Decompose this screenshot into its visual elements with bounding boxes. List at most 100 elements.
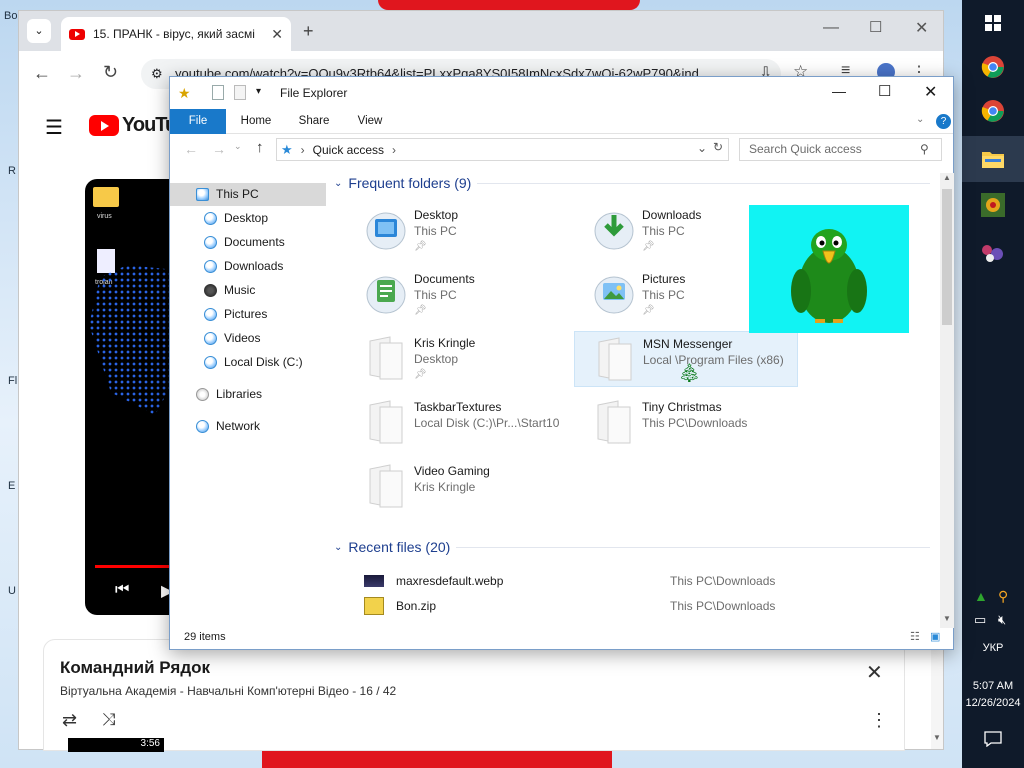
nav-item-this-pc[interactable]: This PC <box>196 183 259 205</box>
recent-files-header[interactable]: ⌄ Recent files (20) <box>334 539 930 555</box>
chevron-down-icon: ⌄ <box>334 541 343 553</box>
close-icon[interactable]: ✕ <box>924 82 937 102</box>
nav-label: Videos <box>224 331 261 345</box>
image-file-icon <box>364 575 384 587</box>
scrollbar-thumb[interactable] <box>942 189 952 325</box>
recent-file-row[interactable]: maxresdefault.webp This PC\Downloads <box>364 569 934 593</box>
forward-icon[interactable]: → <box>67 63 85 84</box>
customize-toolbar-icon[interactable]: ▾ <box>256 86 261 97</box>
close-icon[interactable]: ✕ <box>915 18 928 38</box>
up-icon[interactable]: ↑ <box>256 139 264 156</box>
clock-date[interactable]: 12/26/2024 <box>962 697 1024 709</box>
playlist-more-icon[interactable]: ⋮ <box>870 710 888 731</box>
nav-item-local-disk[interactable]: Local Disk (C:) <box>204 351 303 373</box>
help-icon[interactable]: ? <box>936 114 951 129</box>
nav-item-libraries[interactable]: Libraries <box>196 383 262 405</box>
tab-home[interactable]: Home <box>232 109 280 134</box>
browser-tab-youtube[interactable]: 15. ПРАНК - вірус, який засмі ✕ <box>61 17 291 51</box>
recent-file-row[interactable]: Bon.zip This PC\Downloads <box>364 594 934 618</box>
pin-icon: 📌︎ <box>642 305 655 316</box>
tree-tray-icon[interactable]: ▲ <box>974 588 988 604</box>
tile-tiny-christmas[interactable]: Tiny Christmas This PC\Downloads <box>584 395 806 451</box>
nav-item-downloads[interactable]: Downloads <box>204 255 283 277</box>
scroll-down-icon[interactable]: ▼ <box>943 614 951 623</box>
input-language[interactable]: УКР <box>962 642 1024 654</box>
address-dropdown-icon[interactable]: ⌄ <box>697 141 707 155</box>
playlist-video-thumbnail[interactable]: 3:56 <box>68 738 164 752</box>
taskbar-file-explorer[interactable] <box>962 136 1024 182</box>
explorer-title-bar[interactable]: ★ ▾ File Explorer — ☐ ✕ <box>170 77 953 109</box>
minimize-icon[interactable]: — <box>832 83 846 99</box>
file-explorer-window: ★ ▾ File Explorer — ☐ ✕ File Home Share … <box>169 76 954 650</box>
minimize-icon[interactable]: — <box>823 19 839 37</box>
reload-icon[interactable]: ↻ <box>103 62 118 83</box>
tile-desktop[interactable]: Desktop This PC 📌︎ <box>356 203 578 259</box>
back-icon[interactable]: ← <box>33 63 51 84</box>
tab-view[interactable]: View <box>346 109 394 134</box>
playlist-title[interactable]: Командний Рядок <box>60 658 210 678</box>
tab-file[interactable]: File <box>170 109 226 134</box>
site-info-icon[interactable]: ⚙ <box>151 59 163 89</box>
shuffle-icon[interactable]: ⤨ <box>102 710 116 730</box>
network-tray-icon[interactable]: ▭ <box>974 612 986 628</box>
loop-icon[interactable]: ⇄ <box>62 710 77 731</box>
previous-video-icon[interactable]: ⏮ <box>115 581 129 599</box>
desktop-wallpaper-red <box>378 0 640 10</box>
youtube-logo-icon <box>89 115 119 136</box>
desktop-wallpaper-red-bottom <box>262 750 612 768</box>
quick-access-toolbar-icon[interactable]: ★ <box>178 85 191 102</box>
taskbar-chrome-2[interactable] <box>962 88 1024 134</box>
video-desktop-label: virus <box>97 213 112 220</box>
details-view-icon[interactable]: ☷ <box>910 625 920 649</box>
explorer-search-input[interactable]: Search Quick access ⚲ <box>739 138 942 161</box>
large-icons-view-icon[interactable]: ▣ <box>930 625 940 649</box>
tab-share[interactable]: Share <box>290 109 338 134</box>
taskbar-app-misc[interactable] <box>962 230 1024 276</box>
tab-search-button[interactable]: ⌄ <box>27 19 51 43</box>
chevron-down-icon: ⌄ <box>334 177 343 189</box>
nav-item-videos[interactable]: Videos <box>204 327 260 349</box>
tile-name: Desktop <box>414 208 459 222</box>
forward-icon[interactable]: → <box>212 141 226 157</box>
nav-item-pictures[interactable]: Pictures <box>204 303 267 325</box>
properties-icon[interactable] <box>212 85 224 100</box>
tile-video-gaming[interactable]: Video Gaming Kris Kringle <box>356 459 578 515</box>
new-tab-icon[interactable]: + <box>303 21 314 42</box>
clock-time[interactable]: 5:07 AM <box>962 680 1024 692</box>
maximize-icon[interactable]: ☐ <box>878 82 891 100</box>
tile-documents[interactable]: Documents This PC 📌︎ <box>356 267 578 323</box>
desktop-text: Fl <box>8 375 18 387</box>
playlist-subtitle[interactable]: Віртуальна Академія - Навчальні Комп'юте… <box>60 684 396 698</box>
tab-close-icon[interactable]: ✕ <box>271 26 283 43</box>
folder-icon <box>369 400 403 444</box>
recent-locations-icon[interactable]: ⌄ <box>234 141 242 152</box>
nav-item-desktop[interactable]: Desktop <box>204 207 268 229</box>
nav-item-music[interactable]: Music <box>204 279 255 301</box>
action-center-button[interactable] <box>962 716 1024 762</box>
volume-muted-icon[interactable]: 🔇︎ <box>998 612 1006 628</box>
breadcrumb-quick-access[interactable]: Quick access <box>313 143 384 157</box>
frequent-folders-header[interactable]: ⌄ Frequent folders (9) <box>334 175 930 191</box>
ribbon-tabs: File Home Share View ⌄ ? <box>170 109 953 134</box>
explorer-scrollbar[interactable]: ▲ ▼ <box>940 173 954 628</box>
maximize-icon[interactable]: ☐ <box>869 18 882 36</box>
start-button[interactable] <box>962 0 1024 46</box>
scroll-up-icon[interactable]: ▲ <box>943 173 951 182</box>
new-folder-icon[interactable] <box>234 85 246 100</box>
taskbar-chrome-1[interactable] <box>962 44 1024 90</box>
hamburger-menu-icon[interactable]: ☰ <box>45 115 63 140</box>
back-icon[interactable]: ← <box>184 141 198 157</box>
refresh-icon[interactable]: ↻ <box>713 140 723 154</box>
expand-ribbon-icon[interactable]: ⌄ <box>916 114 924 125</box>
nav-item-documents[interactable]: Documents <box>204 231 285 253</box>
taskbar-app-game[interactable] <box>962 182 1024 228</box>
search-tray-icon[interactable]: ⚲ <box>998 588 1008 605</box>
recent-file-location: This PC\Downloads <box>670 599 776 613</box>
nav-item-network[interactable]: Network <box>196 415 260 437</box>
explorer-address-bar[interactable]: ★ › Quick access › ⌄ ↻ <box>276 138 729 161</box>
playlist-close-icon[interactable]: ✕ <box>866 660 883 685</box>
status-bar: 29 items ☷ ▣ <box>170 625 953 649</box>
tile-taskbartextures[interactable]: TaskbarTextures Local Disk (C:)\Pr...\St… <box>356 395 578 451</box>
tile-kris-kringle[interactable]: Kris Kringle Desktop 📌︎ <box>356 331 578 387</box>
scroll-down-icon[interactable]: ▼ <box>933 733 941 742</box>
